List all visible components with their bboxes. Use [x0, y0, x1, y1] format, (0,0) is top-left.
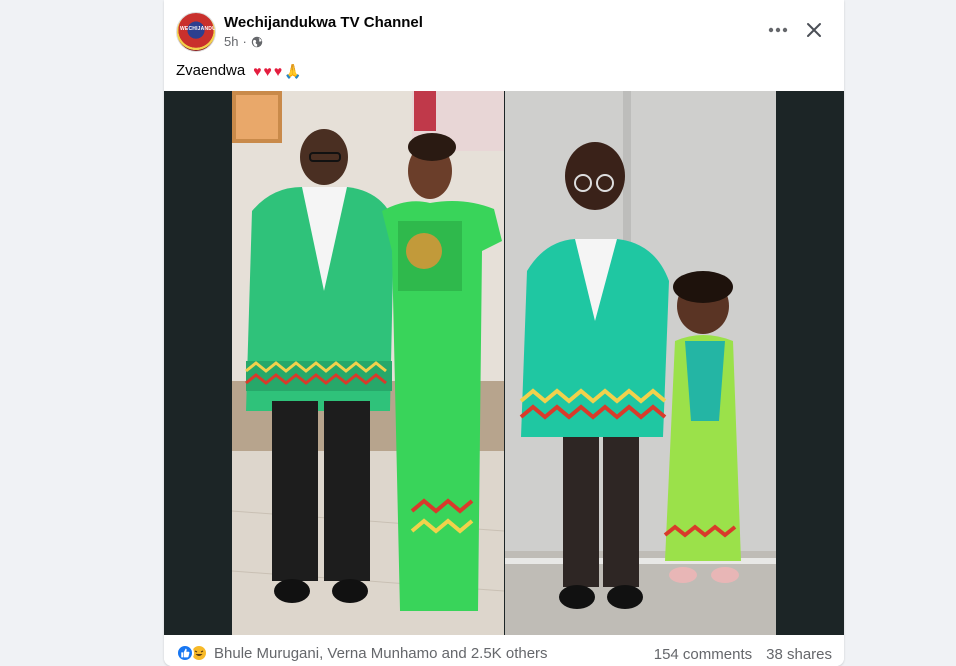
comments-count-link[interactable]: 154 comments — [654, 646, 752, 663]
close-icon — [807, 23, 821, 37]
post-footer: Bhule Murugani, Verna Munhamo and 2.5K o… — [164, 635, 844, 666]
photo-panel-right — [505, 91, 776, 635]
avatar-logo-text: WECHIJANDUKWA — [180, 26, 216, 32]
post-header: WECHIJANDUKWA Wechijandukwa TV Channel 5… — [164, 0, 844, 58]
photo-panel-left — [232, 91, 504, 635]
reaction-names[interactable]: Bhule Murugani, Verna Munhamo and 2.5K o… — [214, 645, 548, 662]
caption-text: Zvaendwa — [176, 62, 246, 79]
children-illustration — [505, 91, 776, 635]
couple-illustration — [232, 91, 504, 635]
praying-hands-icon: 🙏 — [284, 62, 302, 79]
post-caption: Zvaendwa ♥ ♥ ♥ 🙏 — [176, 62, 302, 79]
post-meta: 5h · — [224, 34, 263, 49]
post-photo[interactable] — [164, 91, 844, 635]
like-icon — [176, 644, 194, 662]
page-avatar[interactable]: WECHIJANDUKWA — [176, 12, 216, 52]
heart-icon: ♥ — [253, 62, 262, 79]
heart-icon: ♥ — [263, 62, 272, 79]
more-options-button[interactable] — [762, 14, 794, 46]
engagement-counts: 154 comments 38 shares — [654, 646, 832, 663]
post-card: WECHIJANDUKWA Wechijandukwa TV Channel 5… — [164, 0, 844, 666]
meta-separator: · — [242, 34, 247, 49]
heart-icon: ♥ — [273, 62, 283, 79]
post-time-link[interactable]: 5h — [224, 34, 238, 49]
close-button[interactable] — [798, 14, 830, 46]
globe-icon[interactable] — [251, 36, 263, 48]
reactions-summary[interactable]: Bhule Murugani, Verna Munhamo and 2.5K o… — [176, 644, 548, 662]
more-horizontal-icon — [768, 27, 788, 33]
shares-count-link[interactable]: 38 shares — [766, 646, 832, 663]
page-name-link[interactable]: Wechijandukwa TV Channel — [224, 14, 423, 31]
